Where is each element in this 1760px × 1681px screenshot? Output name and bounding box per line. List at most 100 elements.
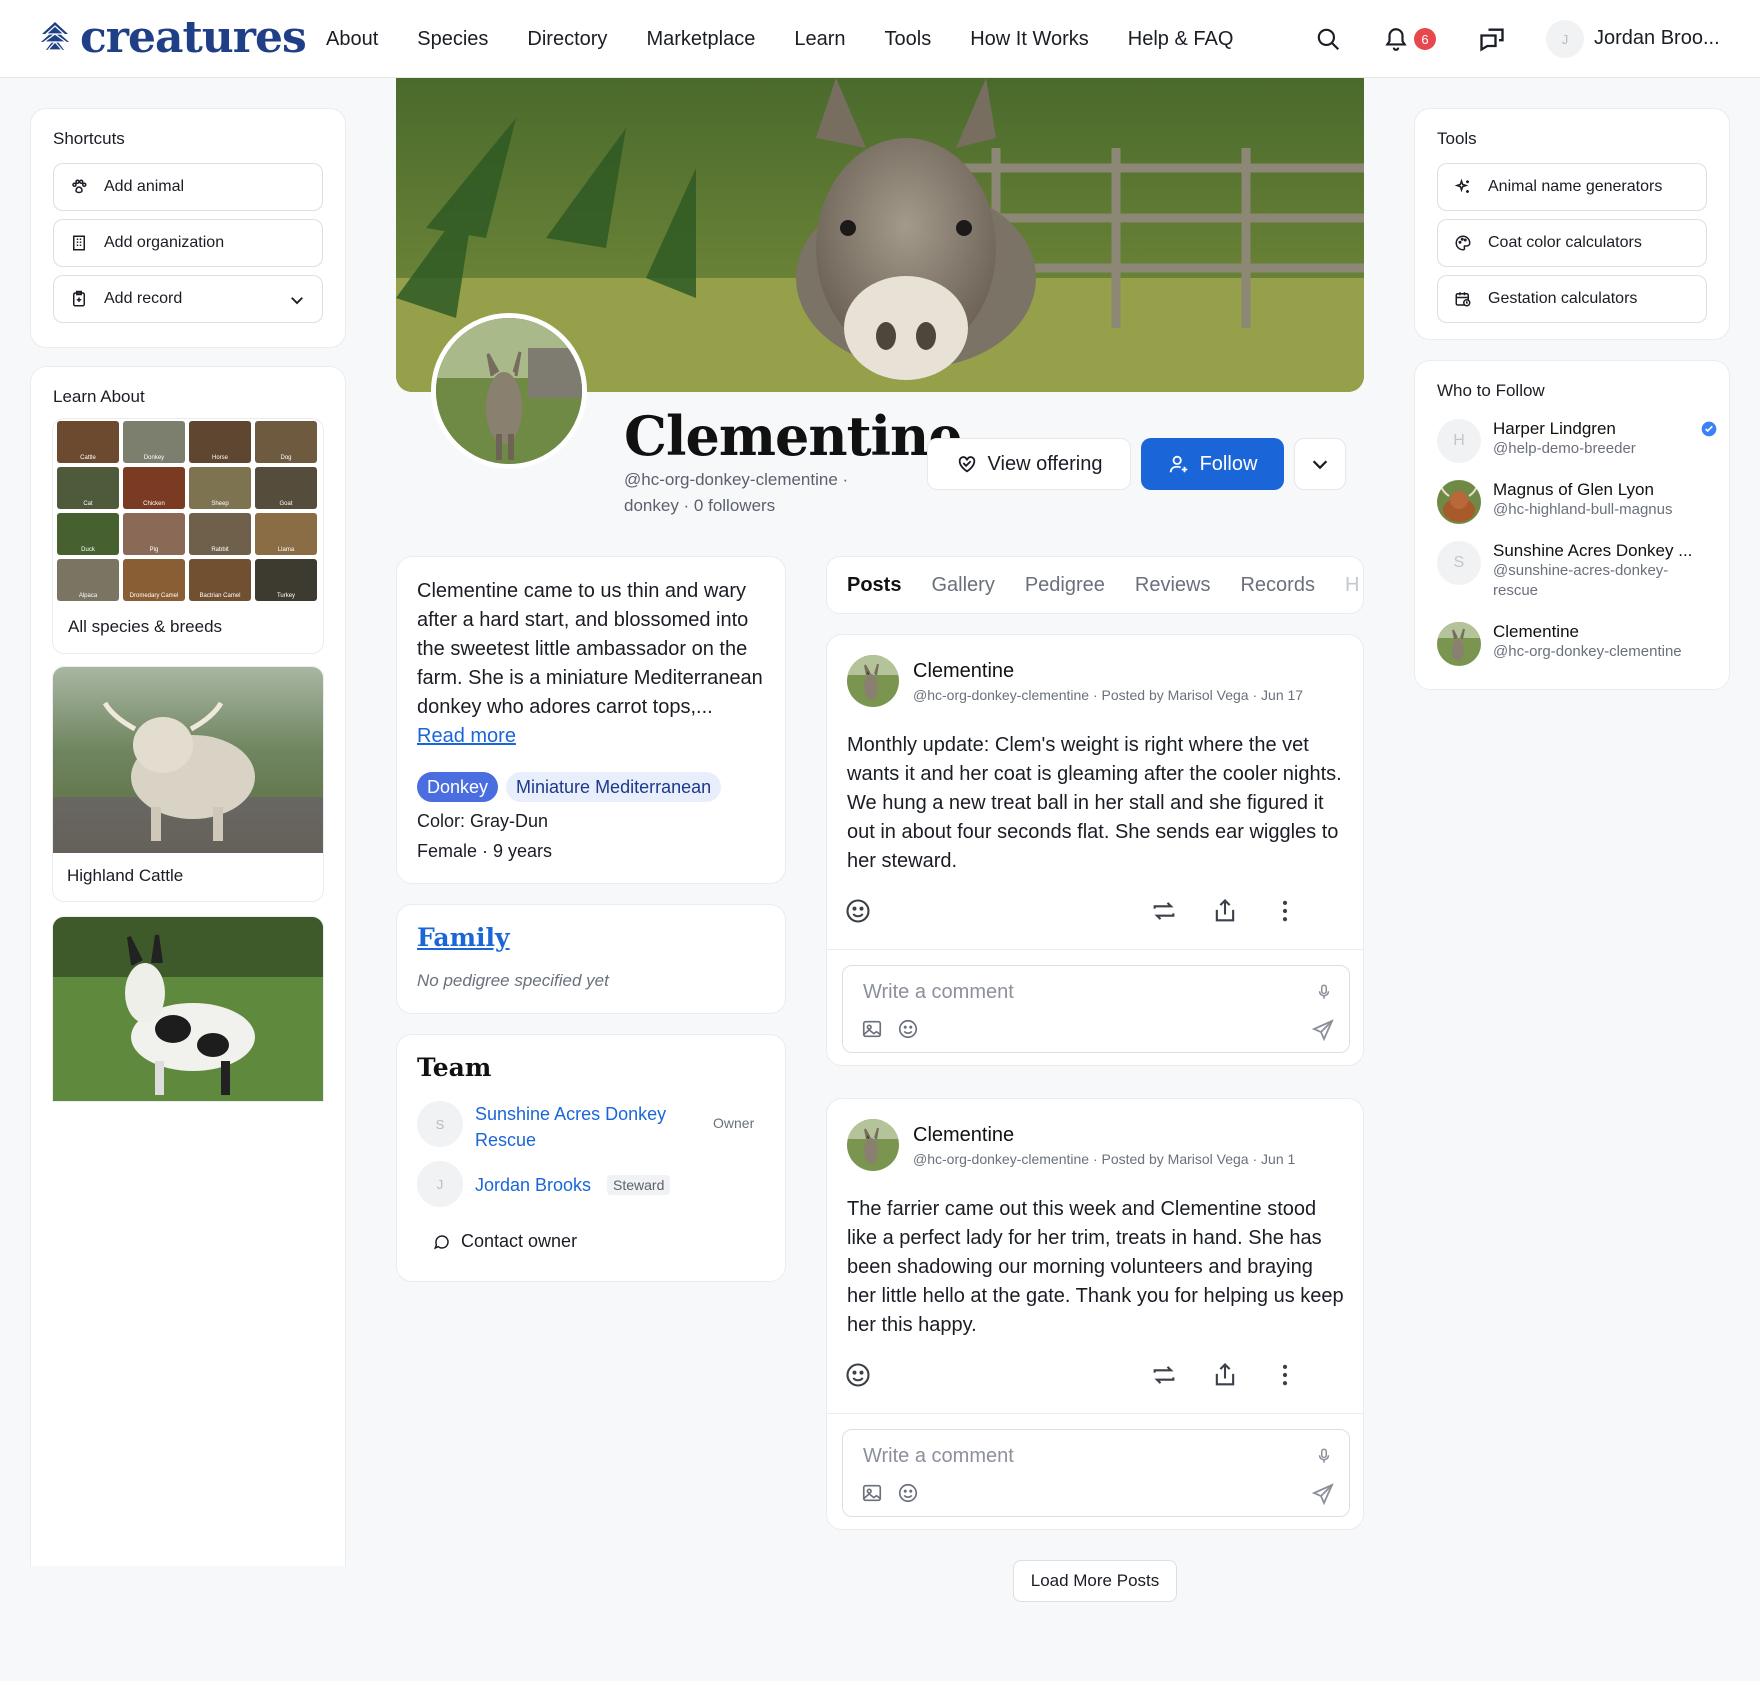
species-tile[interactable]: Alpaca (57, 559, 119, 601)
nav-how-it-works[interactable]: How It Works (970, 28, 1089, 51)
species-tile[interactable]: Goat (255, 467, 317, 509)
follow-button[interactable]: Follow (1141, 438, 1284, 490)
tab-records[interactable]: Records (1240, 574, 1314, 597)
add-organization-button[interactable]: Add organization (53, 219, 323, 267)
react-smiley-icon[interactable] (843, 1360, 873, 1390)
emoji-icon[interactable] (897, 1482, 919, 1504)
highland-cattle-card[interactable]: Highland Cattle (52, 666, 324, 902)
tab-posts[interactable]: Posts (847, 574, 901, 597)
breed-tag[interactable]: Miniature Mediterranean (506, 772, 722, 802)
post-author-name[interactable]: Clementine (913, 1124, 1295, 1147)
microphone-icon[interactable] (1315, 1446, 1333, 1466)
team-member-name[interactable]: Jordan Brooks (475, 1175, 591, 1196)
share-icon[interactable] (1210, 896, 1240, 926)
suggestion-avatar[interactable]: S (1437, 541, 1481, 585)
view-offering-button[interactable]: View offering (927, 438, 1131, 490)
send-icon[interactable] (1311, 1482, 1335, 1506)
team-member-avatar[interactable]: S (417, 1101, 463, 1147)
more-vertical-icon[interactable] (1270, 896, 1300, 926)
suggestion-avatar[interactable] (1437, 480, 1481, 524)
nav-help-faq[interactable]: Help & FAQ (1128, 28, 1234, 51)
species-tag[interactable]: Donkey (417, 772, 499, 802)
comment-input[interactable]: Write a comment (863, 1445, 1014, 1468)
team-card: Team S Sunshine Acres Donkey Rescue Owne… (396, 1034, 786, 1282)
tab-reviews[interactable]: Reviews (1135, 574, 1211, 597)
tab-gallery[interactable]: Gallery (931, 574, 994, 597)
coat-color-calculators-button[interactable]: Coat color calculators (1437, 219, 1707, 267)
family-title[interactable]: Family (417, 923, 510, 952)
repost-icon[interactable] (1149, 896, 1179, 926)
image-attach-icon[interactable] (861, 1482, 883, 1504)
team-member-name[interactable]: Sunshine Acres Donkey Rescue (475, 1101, 675, 1153)
nav-tools[interactable]: Tools (885, 28, 932, 51)
user-name[interactable]: Jordan Broo... (1594, 27, 1720, 50)
microphone-icon[interactable] (1315, 982, 1333, 1002)
repost-icon[interactable] (1149, 1360, 1179, 1390)
suggestion-name[interactable]: Clementine (1493, 622, 1682, 642)
animal-name-generators-button[interactable]: Animal name generators (1437, 163, 1707, 211)
post-author-name[interactable]: Clementine (913, 660, 1303, 683)
post-author-avatar[interactable] (847, 655, 899, 707)
messages-icon[interactable] (1475, 22, 1509, 56)
species-tile[interactable]: Chicken (123, 467, 185, 509)
share-icon[interactable] (1210, 1360, 1240, 1390)
notifications-bell-icon[interactable] (1379, 22, 1413, 56)
image-attach-icon[interactable] (861, 1018, 883, 1040)
gestation-calculators-button[interactable]: Gestation calculators (1437, 275, 1707, 323)
react-smiley-icon[interactable] (843, 896, 873, 926)
spotted-donkey-card[interactable] (52, 916, 324, 1102)
nav-marketplace[interactable]: Marketplace (646, 28, 755, 51)
nav-species[interactable]: Species (417, 28, 488, 51)
species-tile[interactable]: Sheep (189, 467, 251, 509)
suggestion-avatar[interactable]: H (1437, 419, 1481, 463)
search-icon[interactable] (1311, 22, 1345, 56)
species-tile[interactable]: Dog (255, 421, 317, 463)
more-options-button[interactable] (1294, 438, 1346, 490)
species-tile[interactable]: Llama (255, 513, 317, 555)
send-icon[interactable] (1311, 1018, 1335, 1042)
follow-suggestion[interactable]: Magnus of Glen Lyon @hc-highland-bull-ma… (1437, 480, 1717, 524)
species-tile[interactable]: Bactrian Camel (189, 559, 251, 601)
chevron-down-icon[interactable] (288, 291, 306, 309)
add-record-button[interactable]: Add record (53, 275, 323, 323)
species-tile[interactable]: Dromedary Camel (123, 559, 185, 601)
suggestion-name[interactable]: Sunshine Acres Donkey ... (1493, 541, 1693, 561)
user-avatar[interactable]: J (1546, 20, 1584, 58)
read-more-link[interactable]: Read more (417, 725, 516, 747)
suggestion-name[interactable]: Harper Lindgren (1493, 419, 1701, 439)
brand-logo[interactable]: creatures (38, 14, 307, 62)
species-tile[interactable]: Duck (57, 513, 119, 555)
tab-pedigree[interactable]: Pedigree (1025, 574, 1105, 597)
more-vertical-icon[interactable] (1270, 1360, 1300, 1390)
comment-box[interactable]: Write a comment (842, 965, 1350, 1053)
species-tile[interactable]: Pig (123, 513, 185, 555)
follow-suggestion[interactable]: H Harper Lindgren @help-demo-breeder (1437, 419, 1717, 463)
add-animal-button[interactable]: Add animal (53, 163, 323, 211)
about-description: Clementine came to us thin and wary afte… (417, 580, 763, 718)
nav-directory[interactable]: Directory (527, 28, 607, 51)
emoji-icon[interactable] (897, 1018, 919, 1040)
tab-overflow[interactable]: H (1345, 574, 1359, 597)
all-species-link[interactable]: All species & breeds (68, 617, 222, 637)
follow-suggestion[interactable]: Clementine @hc-org-donkey-clementine (1437, 622, 1717, 666)
post-author-avatar[interactable] (847, 1119, 899, 1171)
species-tile[interactable]: Rabbit (189, 513, 251, 555)
suggestion-avatar[interactable] (1437, 622, 1481, 666)
species-tile[interactable]: Cat (57, 467, 119, 509)
follow-suggestion[interactable]: S Sunshine Acres Donkey ... @sunshine-ac… (1437, 541, 1717, 601)
contact-owner-button[interactable]: Contact owner (433, 1231, 577, 1252)
suggestion-name[interactable]: Magnus of Glen Lyon (1493, 480, 1673, 500)
team-member-avatar[interactable]: J (417, 1161, 463, 1207)
comment-input[interactable]: Write a comment (863, 981, 1014, 1004)
nav-learn[interactable]: Learn (794, 28, 845, 51)
load-more-posts-button[interactable]: Load More Posts (1013, 1560, 1177, 1602)
family-card: Family No pedigree specified yet (396, 904, 786, 1014)
nav-about[interactable]: About (326, 28, 378, 51)
species-tile[interactable]: Cattle (57, 421, 119, 463)
species-tile[interactable]: Horse (189, 421, 251, 463)
profile-avatar[interactable] (431, 313, 587, 469)
comment-box[interactable]: Write a comment (842, 1429, 1350, 1517)
tools-card: Tools Animal name generators Coat color … (1414, 108, 1730, 340)
species-tile[interactable]: Donkey (123, 421, 185, 463)
species-tile[interactable]: Turkey (255, 559, 317, 601)
